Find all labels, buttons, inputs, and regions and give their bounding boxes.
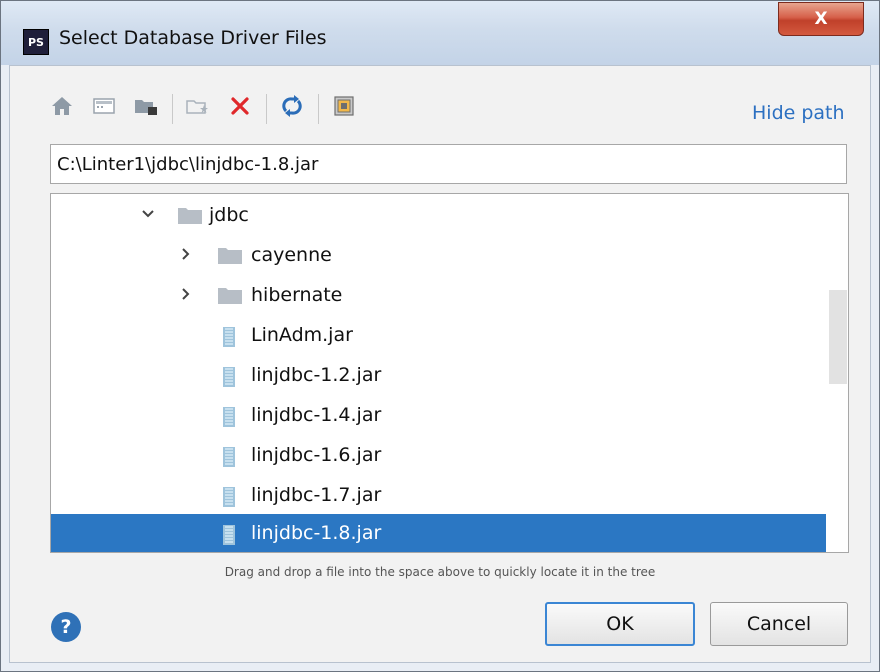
jar-file-icon bbox=[221, 406, 239, 432]
refresh-icon[interactable] bbox=[276, 90, 308, 122]
file-tree[interactable]: jdbc cayenne hibernate LinAdm.jar linjdb… bbox=[50, 193, 849, 553]
tree-item-label: linjdbc-1.4.jar bbox=[251, 404, 382, 426]
hide-path-link[interactable]: Hide path bbox=[752, 102, 845, 124]
tree-row-selected[interactable]: linjdbc-1.8.jar bbox=[51, 514, 826, 552]
close-icon: X bbox=[814, 9, 828, 29]
delete-icon[interactable] bbox=[224, 90, 256, 122]
tree-row[interactable]: jdbc bbox=[51, 196, 826, 236]
drag-drop-hint: Drag and drop a file into the space abov… bbox=[224, 565, 656, 579]
tree-item-label: linjdbc-1.7.jar bbox=[251, 484, 382, 506]
tree-row[interactable]: hibernate bbox=[51, 276, 826, 316]
tree-row[interactable]: linjdbc-1.6.jar bbox=[51, 436, 826, 476]
jar-file-icon bbox=[221, 524, 239, 550]
path-input[interactable] bbox=[50, 144, 847, 184]
tree-row[interactable]: linjdbc-1.4.jar bbox=[51, 396, 826, 436]
tree-row[interactable]: linjdbc-1.7.jar bbox=[51, 476, 826, 516]
desktop-icon[interactable] bbox=[88, 90, 120, 122]
chevron-right-icon[interactable] bbox=[177, 285, 195, 303]
new-folder-icon[interactable] bbox=[182, 90, 214, 122]
tree-item-label: LinAdm.jar bbox=[251, 324, 353, 346]
help-button[interactable]: ? bbox=[51, 612, 81, 642]
help-icon: ? bbox=[60, 616, 72, 638]
window-title: Select Database Driver Files bbox=[59, 27, 327, 49]
chevron-down-icon[interactable] bbox=[139, 205, 157, 223]
folder-icon bbox=[177, 206, 203, 230]
tree-row[interactable]: LinAdm.jar bbox=[51, 316, 826, 356]
folder-icon bbox=[217, 246, 243, 270]
tree-item-label: cayenne bbox=[251, 244, 332, 266]
toolbar-separator bbox=[266, 94, 267, 124]
title-bar[interactable]: PS Select Database Driver Files X bbox=[1, 1, 879, 65]
jar-file-icon bbox=[221, 486, 239, 512]
jar-file-icon bbox=[221, 326, 239, 352]
jar-file-icon bbox=[221, 446, 239, 472]
ok-button[interactable]: OK bbox=[545, 602, 695, 646]
tree-item-label: linjdbc-1.8.jar bbox=[251, 522, 382, 544]
show-hidden-icon[interactable] bbox=[328, 90, 360, 122]
home-icon[interactable] bbox=[46, 90, 78, 122]
cancel-button[interactable]: Cancel bbox=[710, 602, 848, 646]
tree-item-label: linjdbc-1.6.jar bbox=[251, 444, 382, 466]
toolbar-separator bbox=[172, 94, 173, 124]
tree-row[interactable]: linjdbc-1.2.jar bbox=[51, 356, 826, 396]
toolbar-separator bbox=[318, 94, 319, 124]
tree-row[interactable]: cayenne bbox=[51, 236, 826, 276]
tree-item-label: linjdbc-1.2.jar bbox=[251, 364, 382, 386]
tree-item-label: hibernate bbox=[251, 284, 343, 306]
project-folder-icon[interactable] bbox=[130, 90, 162, 122]
close-button[interactable]: X bbox=[778, 2, 864, 36]
phpstorm-app-icon: PS bbox=[23, 29, 49, 55]
jar-file-icon bbox=[221, 366, 239, 392]
folder-icon bbox=[217, 286, 243, 310]
app-icon-label: PS bbox=[28, 35, 44, 49]
chevron-right-icon[interactable] bbox=[177, 245, 195, 263]
tree-item-label: jdbc bbox=[209, 204, 249, 226]
tree-scrollbar-thumb[interactable] bbox=[829, 290, 847, 384]
